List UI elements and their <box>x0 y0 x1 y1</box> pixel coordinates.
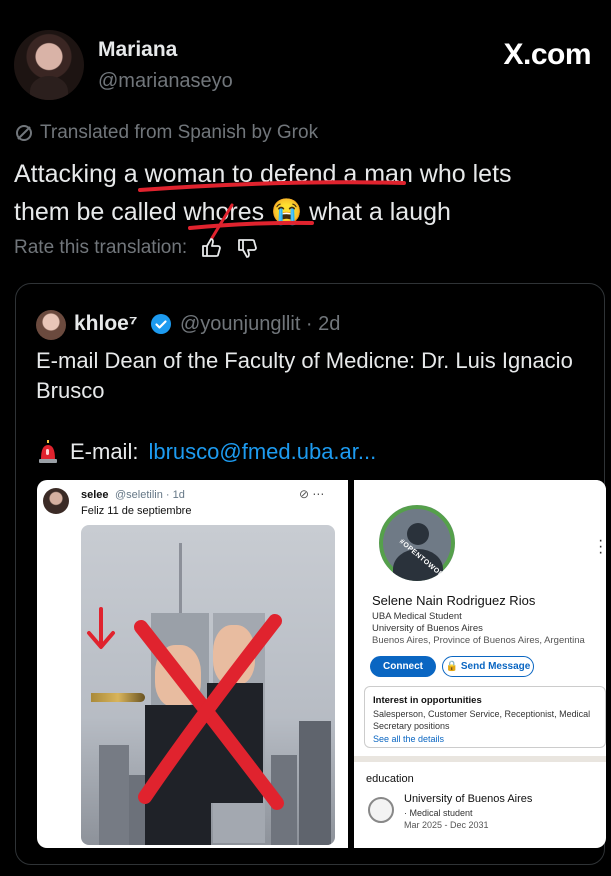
thumbs-up-icon[interactable] <box>199 236 223 260</box>
opportunities-box: Interest in opportunities Salesperson, C… <box>364 686 606 748</box>
red-x-icon <box>134 614 284 810</box>
quote-handle-time[interactable]: @younjungllit · 2d <box>180 313 340 336</box>
embedded-avatar <box>43 488 69 514</box>
email-prefix: E-mail: <box>70 439 139 464</box>
thumbs-down-icon[interactable] <box>235 236 259 260</box>
embedded-photo <box>81 525 335 845</box>
media-image-right[interactable]: #OPENTOWORK · · · Selene Nain Rodriguez Ri… <box>348 480 606 848</box>
education-school: University of Buenos Aires <box>404 793 533 805</box>
see-details-link: See all the details <box>373 734 445 744</box>
email-link[interactable]: lbrusco@fmed.uba.ar... <box>148 439 376 465</box>
author-handle[interactable]: @marianaseyo <box>98 70 233 93</box>
translate-icon <box>16 125 32 141</box>
education-heading: education <box>366 773 414 785</box>
quote-author-name[interactable]: khloe⁷ <box>74 312 138 336</box>
university-logo-icon <box>368 797 394 823</box>
opportunities-roles: Salesperson, Customer Service, Reception… <box>373 709 591 731</box>
profile-location: Buenos Aires, Province of Buenos Aires, … <box>372 635 585 646</box>
post-header: Mariana @marianaseyo X.com <box>14 30 597 104</box>
quote-avatar[interactable] <box>36 310 66 340</box>
rate-translation: Rate this translation: <box>14 236 259 260</box>
siren-icon <box>39 440 57 463</box>
profile-headline: UBA Medical Student <box>372 611 462 622</box>
post-text-line-1: Attacking a woman to defend a man who le… <box>14 160 512 188</box>
embedded-grok-icon: ⊘ ⋯ <box>299 487 325 501</box>
xcom-watermark: X.com <box>503 38 591 71</box>
opportunities-title: Interest in opportunities <box>373 695 482 706</box>
section-divider <box>354 756 606 762</box>
profile-photo: #OPENTOWORK <box>374 500 460 586</box>
profile-name: Selene Nain Rodriguez Rios <box>372 593 536 608</box>
quote-text: E-mail Dean of the Faculty of Medicne: D… <box>36 348 573 403</box>
post-text-line-2: them be called whores 😭 what a laugh <box>14 198 451 226</box>
education-degree: · Medical student <box>404 808 473 818</box>
translation-notice: Translated from Spanish by Grok <box>14 122 318 144</box>
media-image-left[interactable]: selee @seletilin · 1d ⊘ ⋯ Feliz 11 de se… <box>37 480 355 848</box>
send-message-button: 🔒 Send Message <box>442 656 534 677</box>
embedded-handle-time: @seletilin · 1d <box>115 489 185 501</box>
embedded-author-name: selee <box>81 489 109 501</box>
connect-button: Connect <box>370 656 436 677</box>
verified-badge-icon <box>151 314 171 334</box>
embedded-caption: Feliz 11 de septiembre <box>81 505 192 517</box>
more-options-icon: · · · <box>598 532 604 561</box>
red-arrow-icon <box>87 607 115 649</box>
profile-university: University of Buenos Aires <box>372 623 483 634</box>
post-text: Attacking a woman to defend a man who le… <box>14 155 594 231</box>
avatar[interactable] <box>14 30 84 100</box>
translation-notice-text: Translated from Spanish by Grok <box>40 122 319 143</box>
quote-email-line: E-mail: lbrusco@fmed.uba.ar... <box>36 439 376 465</box>
author-name[interactable]: Mariana <box>98 38 177 62</box>
education-dates: Mar 2025 - Dec 2031 <box>404 820 489 830</box>
send-message-label: Send Message <box>460 661 531 672</box>
quoted-post[interactable]: khloe⁷ @younjungllit · 2d E-mail Dean of… <box>15 283 606 865</box>
rate-label: Rate this translation: <box>14 237 188 258</box>
